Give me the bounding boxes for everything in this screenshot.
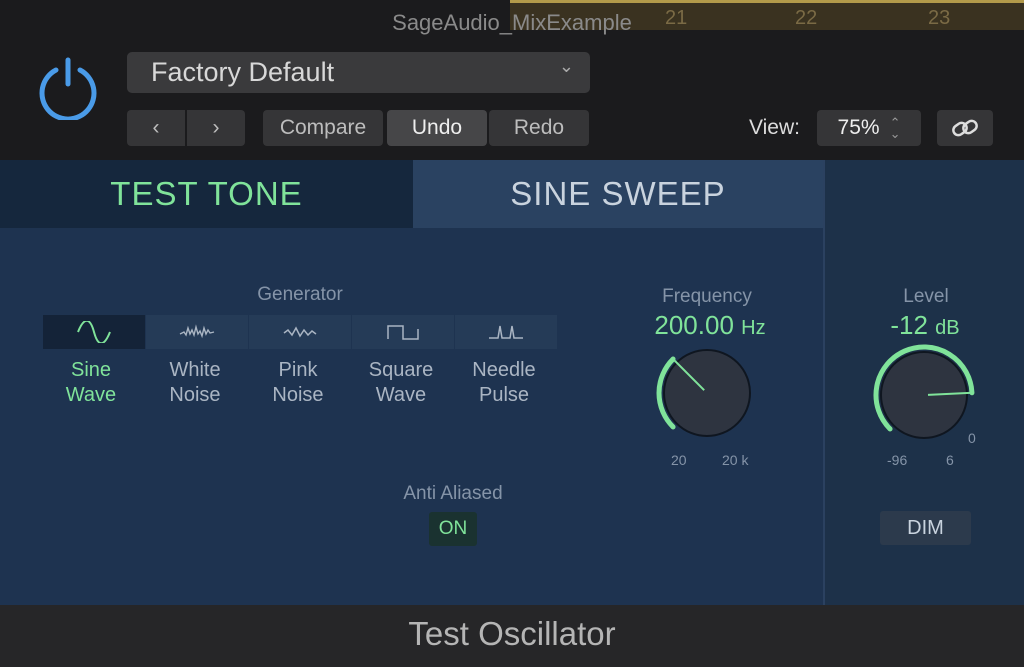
- generator-needle-pulse-button[interactable]: [455, 315, 557, 349]
- sine-wave-label: Sine Wave: [65, 359, 117, 406]
- power-icon[interactable]: [36, 56, 100, 120]
- pink-noise-label: Pink Noise: [272, 359, 324, 406]
- view-zoom-stepper[interactable]: 75% ⌃ ⌄: [817, 110, 921, 146]
- compare-button[interactable]: Compare: [263, 110, 383, 146]
- needle-pulse-icon: [489, 325, 523, 339]
- level-min-label: -96: [887, 452, 908, 468]
- sine-wave-icon: [77, 321, 111, 343]
- frequency-label: Frequency: [662, 286, 752, 307]
- preset-dropdown[interactable]: Factory Default ⌄: [127, 52, 590, 93]
- redo-button[interactable]: Redo: [489, 110, 589, 146]
- frequency-value: 200.00 Hz: [654, 310, 766, 340]
- link-icon: [952, 119, 978, 137]
- anti-aliased-toggle[interactable]: ON: [429, 512, 477, 546]
- previous-preset-button[interactable]: ‹: [127, 110, 185, 146]
- frequency-max-label: 20 k: [722, 452, 749, 468]
- window-title: SageAudio_MixExample: [392, 10, 632, 35]
- generator-label: Generator: [257, 284, 343, 305]
- square-wave-icon: [387, 325, 419, 340]
- square-wave-label: Square Wave: [368, 359, 434, 406]
- next-preset-button[interactable]: ›: [187, 110, 245, 146]
- level-label: Level: [903, 286, 949, 307]
- pink-noise-icon: [283, 326, 317, 338]
- level-value: -12 dB: [890, 310, 960, 340]
- dim-button[interactable]: DIM: [880, 511, 971, 545]
- plugin-name-footer: Test Oscillator: [0, 605, 1024, 667]
- needle-pulse-label: Needle Pulse: [472, 359, 536, 406]
- stepper-arrows-icon: ⌃ ⌄: [889, 115, 901, 141]
- view-zoom-value: 75%: [837, 116, 880, 139]
- generator-pink-noise-button[interactable]: [249, 315, 351, 349]
- undo-button[interactable]: Undo: [387, 110, 487, 146]
- generator-square-wave-button[interactable]: [352, 315, 454, 349]
- generator-sine-wave-button[interactable]: [43, 315, 145, 349]
- preset-value: Factory Default: [151, 57, 335, 87]
- link-button[interactable]: [937, 110, 993, 146]
- level-zero-label: 0: [968, 430, 976, 446]
- view-label: View:: [749, 116, 800, 139]
- anti-aliased-label: Anti Aliased: [403, 483, 503, 504]
- generator-white-noise-button[interactable]: [146, 315, 248, 349]
- white-noise-icon: [179, 324, 215, 339]
- tab-test-tone[interactable]: TEST TONE: [0, 160, 413, 228]
- level-max-label: 6: [946, 452, 954, 468]
- white-noise-label: White Noise: [169, 359, 221, 406]
- frequency-knob[interactable]: [652, 338, 762, 448]
- tab-sine-sweep[interactable]: SINE SWEEP: [413, 160, 823, 228]
- chevron-down-icon: ⌄: [558, 56, 574, 76]
- level-knob[interactable]: [869, 340, 979, 450]
- knob-body: [880, 351, 968, 439]
- frequency-min-label: 20: [671, 452, 687, 468]
